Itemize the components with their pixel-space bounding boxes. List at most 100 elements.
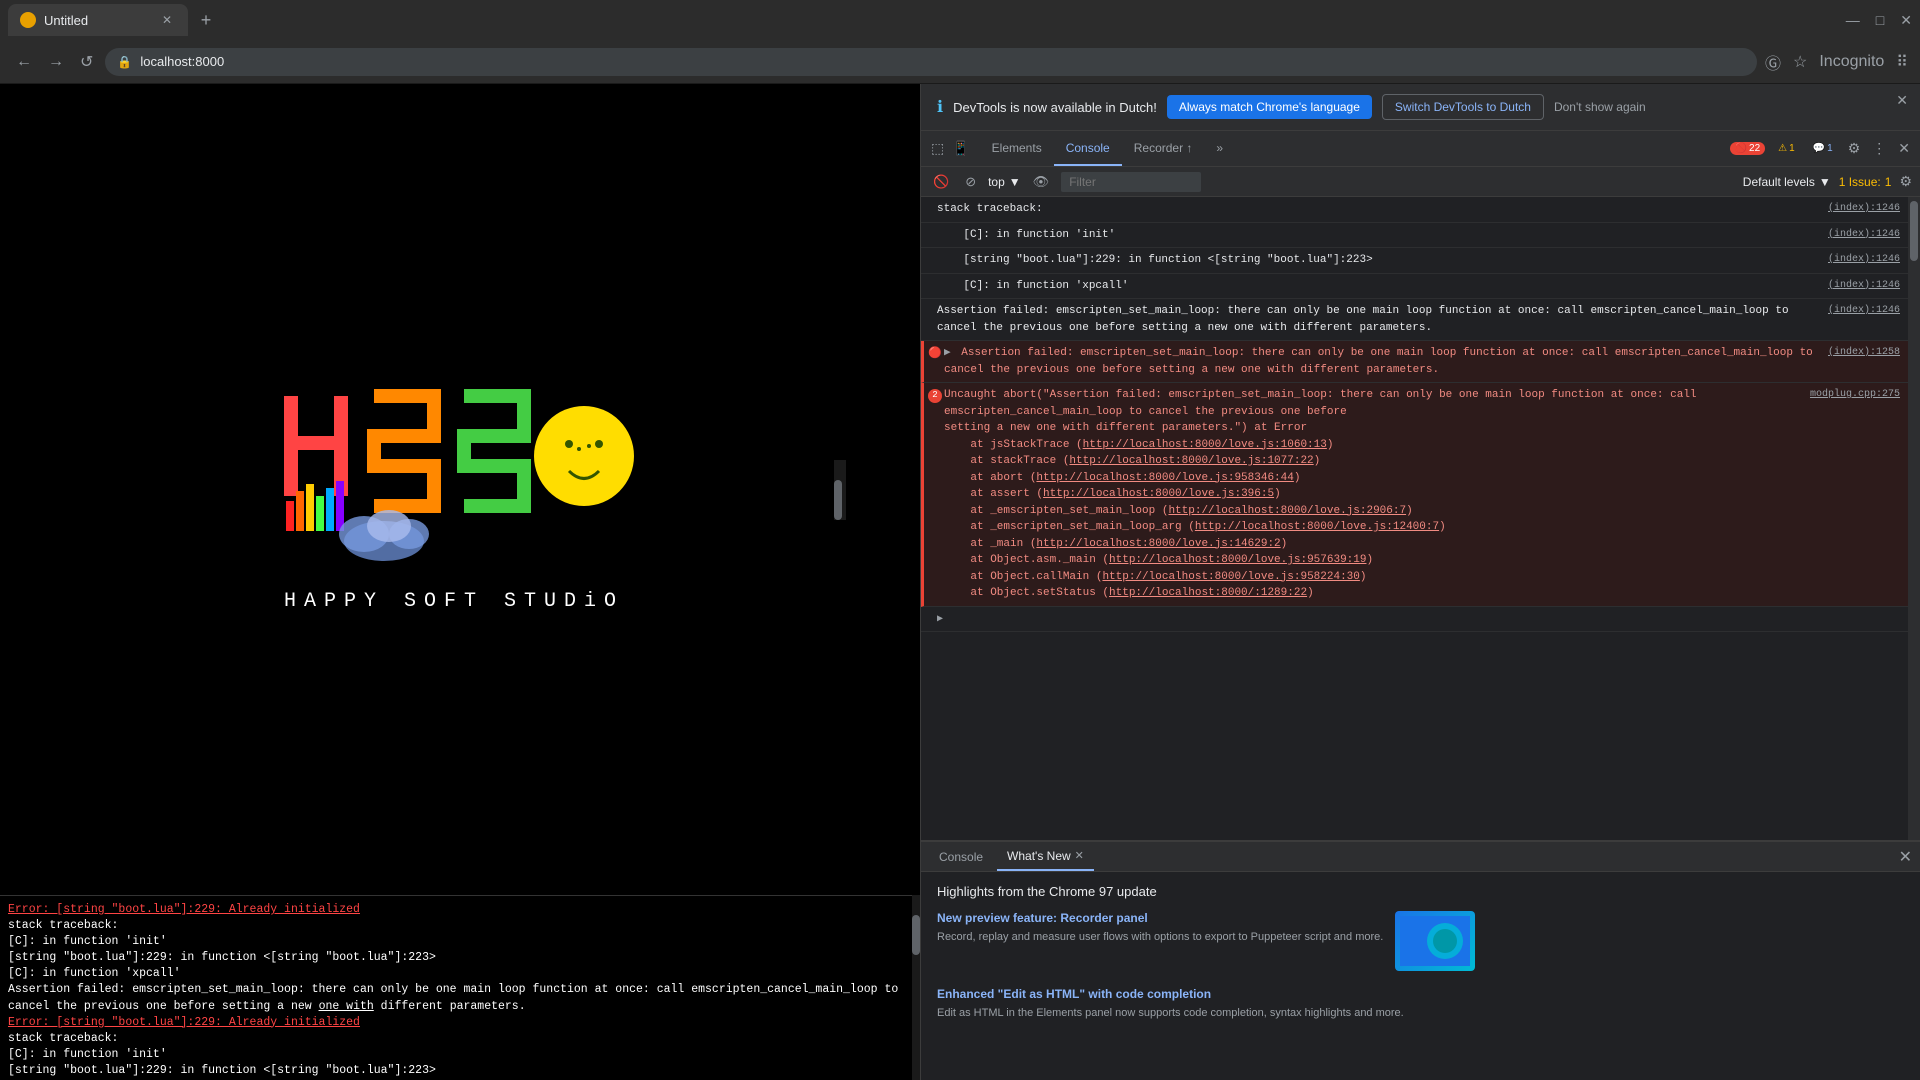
match-language-button[interactable]: Always match Chrome's language bbox=[1167, 95, 1372, 119]
devtools-main-tabs: ⬚ 📱 Elements Console Recorder ↑ » 🚫 22 ⚠… bbox=[921, 131, 1920, 167]
expand-icon-1[interactable]: ▶ bbox=[944, 347, 951, 359]
console-collapse: ▶ bbox=[921, 607, 1908, 633]
notification-close-button[interactable]: ✕ bbox=[1896, 92, 1908, 109]
link-1[interactable]: http://localhost:8000/love.js:1060:13 bbox=[1083, 439, 1327, 451]
inspect-icon[interactable]: ⬚ bbox=[929, 138, 946, 159]
tab-recorder[interactable]: Recorder ↑ bbox=[1122, 131, 1205, 166]
minimize-button[interactable]: — bbox=[1846, 12, 1860, 28]
console-line-2: stack traceback: bbox=[8, 918, 904, 934]
feature-card-2: Enhanced "Edit as HTML" with code comple… bbox=[937, 987, 1904, 1022]
notification-info-icon: ℹ bbox=[937, 97, 943, 117]
feature-title-1[interactable]: New preview feature: Recorder panel bbox=[937, 911, 1383, 925]
msg-link-4[interactable]: (index):1246 bbox=[1828, 278, 1900, 293]
console-msg-1: (index):1246 stack traceback: bbox=[921, 197, 1908, 223]
msg-link-2[interactable]: (index):1246 bbox=[1828, 227, 1900, 242]
clear-console-button[interactable]: 🚫 bbox=[929, 172, 953, 192]
link-10[interactable]: http://localhost:8000/:1289:22 bbox=[1109, 587, 1307, 599]
console-scrollbar-thumb bbox=[912, 915, 920, 955]
switch-devtools-button[interactable]: Switch DevTools to Dutch bbox=[1382, 94, 1544, 120]
console-line-8: stack traceback: bbox=[8, 1031, 904, 1047]
link-2[interactable]: http://localhost:8000/love.js:1077:22 bbox=[1069, 455, 1313, 467]
link-9[interactable]: http://localhost:8000/love.js:958224:30 bbox=[1102, 571, 1359, 583]
console-settings-icon[interactable]: ⚙ bbox=[1899, 173, 1912, 190]
warning-badge: ⚠ 1 bbox=[1773, 142, 1800, 155]
feature-text-2: Enhanced "Edit as HTML" with code comple… bbox=[937, 987, 1404, 1022]
bottom-tab-whats-new[interactable]: What's New ✕ bbox=[997, 842, 1094, 871]
whats-new-close[interactable]: ✕ bbox=[1075, 849, 1084, 862]
main-content: HAPPY SOFT STUDiO Error: [string "boot.l… bbox=[0, 84, 1920, 1080]
console-toolbar: 🚫 ⊘ top ▼ 👁 Default levels ▼ 1 Issue: 1 … bbox=[921, 167, 1920, 197]
nav-actions: Ⓖ ☆ Incognito ⠿ bbox=[1765, 50, 1908, 74]
console-line-4: [string "boot.lua"]:229: in function <[s… bbox=[8, 950, 904, 966]
maximize-button[interactable]: □ bbox=[1876, 12, 1884, 28]
link-7[interactable]: http://localhost:8000/love.js:14629:2 bbox=[1036, 538, 1280, 550]
filter-input[interactable] bbox=[1061, 172, 1201, 192]
device-icon[interactable]: 📱 bbox=[950, 138, 971, 159]
msg-link-5[interactable]: (index):1246 bbox=[1828, 303, 1900, 318]
msg-link-1[interactable]: (index):1246 bbox=[1828, 201, 1900, 216]
hss-logo-svg bbox=[254, 366, 654, 566]
bookmark-icon[interactable]: ☆ bbox=[1793, 52, 1807, 72]
preserve-log-icon[interactable]: ⊘ bbox=[961, 172, 980, 192]
game-canvas: HAPPY SOFT STUDiO bbox=[0, 84, 920, 895]
console-line-1: Error: [string "boot.lua"]:229: Already … bbox=[8, 902, 904, 918]
tab-close-btn[interactable]: ✕ bbox=[158, 11, 176, 29]
link-3[interactable]: http://localhost:8000/love.js:958346:44 bbox=[1036, 472, 1293, 484]
link-5[interactable]: http://localhost:8000/love.js:2906:7 bbox=[1168, 505, 1406, 517]
close-window-button[interactable]: ✕ bbox=[1900, 12, 1912, 29]
msg-link-7[interactable]: modplug.cpp:275 bbox=[1810, 387, 1900, 402]
game-title: HAPPY SOFT STUDiO bbox=[284, 590, 624, 613]
game-art: HAPPY SOFT STUDiO bbox=[254, 366, 654, 613]
devtools-tabs-right: 🚫 22 ⚠ 1 💬 1 ⚙ ⋮ ✕ bbox=[1730, 138, 1912, 159]
devtools-more-icon[interactable]: ⋮ bbox=[1870, 138, 1888, 159]
bottom-close-icon[interactable]: ✕ bbox=[1899, 847, 1912, 867]
translate-icon[interactable]: Ⓖ bbox=[1765, 50, 1781, 74]
whats-new-title: Highlights from the Chrome 97 update bbox=[937, 884, 1904, 899]
tab-elements[interactable]: Elements bbox=[980, 131, 1054, 166]
console-error-2: 2 modplug.cpp:275 Uncaught abort("Assert… bbox=[921, 383, 1908, 607]
console-error-1: 🔴 (index):1258 ▶ Assertion failed: emscr… bbox=[921, 341, 1908, 383]
lock-icon: 🔒 bbox=[117, 55, 132, 69]
devtools-panel: ℹ DevTools is now available in Dutch! Al… bbox=[920, 84, 1920, 1080]
address-bar[interactable]: 🔒 localhost:8000 bbox=[105, 48, 1757, 76]
active-tab[interactable]: Untitled ✕ bbox=[8, 4, 188, 36]
extensions-icon[interactable]: ⠿ bbox=[1896, 52, 1908, 72]
log-levels-dropdown[interactable]: Default levels ▼ bbox=[1743, 175, 1831, 189]
error-badge: 🚫 22 bbox=[1730, 142, 1766, 155]
console-msg-4: (index):1246 [C]: in function 'xpcall' bbox=[921, 274, 1908, 300]
tab-console[interactable]: Console bbox=[1054, 131, 1122, 166]
msg-link-3[interactable]: (index):1246 bbox=[1828, 252, 1900, 267]
devtools-bottom: Console What's New ✕ ✕ Highlights from t… bbox=[921, 840, 1920, 1080]
whats-new-content: Highlights from the Chrome 97 update New… bbox=[921, 872, 1920, 1080]
notification-text: DevTools is now available in Dutch! bbox=[953, 100, 1157, 115]
bottom-tab-console[interactable]: Console bbox=[929, 842, 993, 871]
console-scroll[interactable]: (index):1246 stack traceback: (index):12… bbox=[921, 197, 1908, 840]
feature-title-2[interactable]: Enhanced "Edit as HTML" with code comple… bbox=[937, 987, 1404, 1001]
collapse-arrow[interactable]: ▶ bbox=[937, 614, 943, 625]
devtools-close-icon[interactable]: ✕ bbox=[1896, 138, 1912, 159]
page-scrollbar[interactable] bbox=[834, 460, 846, 520]
devtools-settings-icon[interactable]: ⚙ bbox=[1846, 138, 1863, 159]
devtools-vscroll-thumb bbox=[1910, 201, 1918, 261]
link-6[interactable]: http://localhost:8000/love.js:12400:7 bbox=[1195, 521, 1439, 533]
back-button[interactable]: ← bbox=[12, 49, 36, 75]
navigation-bar: ← → ↺ 🔒 localhost:8000 Ⓖ ☆ Incognito ⠿ bbox=[0, 40, 1920, 84]
dont-show-again-button[interactable]: Don't show again bbox=[1554, 100, 1646, 114]
tab-more[interactable]: » bbox=[1204, 131, 1235, 166]
eye-icon[interactable]: 👁 bbox=[1029, 172, 1054, 192]
link-4[interactable]: http://localhost:8000/love.js:396:5 bbox=[1043, 488, 1274, 500]
profile-button[interactable]: Incognito bbox=[1819, 53, 1884, 71]
msg-link-6[interactable]: (index):1258 bbox=[1828, 345, 1900, 360]
context-dropdown[interactable]: top ▼ bbox=[988, 175, 1021, 189]
console-scrollbar[interactable] bbox=[912, 895, 920, 1080]
forward-button[interactable]: → bbox=[44, 49, 68, 75]
new-tab-button[interactable]: + bbox=[192, 6, 220, 34]
link-8[interactable]: http://localhost:8000/love.js:957639:19 bbox=[1109, 554, 1366, 566]
page-console-output: Error: [string "boot.lua"]:229: Already … bbox=[0, 895, 912, 1080]
devtools-vscroll[interactable] bbox=[1908, 197, 1920, 840]
reload-button[interactable]: ↺ bbox=[76, 48, 97, 76]
game-canvas-inner: HAPPY SOFT STUDiO bbox=[74, 225, 834, 755]
error-icon-1: 🔴 bbox=[928, 346, 942, 363]
console-line-6: Assertion failed: emscripten_set_main_lo… bbox=[8, 982, 904, 1014]
devtools-tab-icons: ⬚ 📱 bbox=[929, 138, 972, 159]
